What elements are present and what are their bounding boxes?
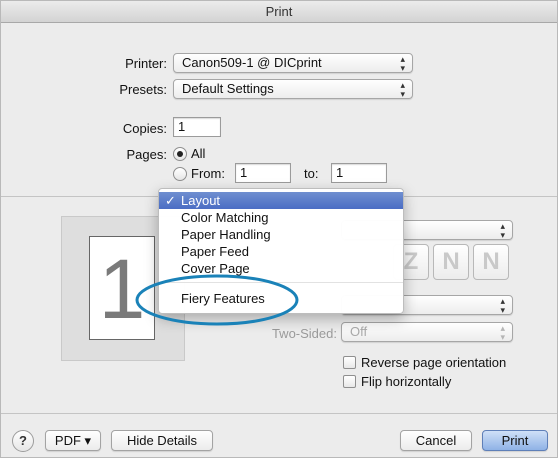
window-title: Print bbox=[1, 1, 557, 23]
help-button[interactable]: ? bbox=[12, 430, 34, 452]
highlight-ellipse bbox=[135, 274, 299, 326]
menu-item-label: Color Matching bbox=[181, 210, 269, 225]
flip-horizontally-checkbox[interactable] bbox=[343, 375, 356, 388]
popup-arrows-icon: ▴ ▾ bbox=[400, 80, 405, 99]
menu-item-label: Paper Feed bbox=[181, 244, 249, 259]
print-dialog: Print Printer: Canon509-1 @ DICprint ▴ ▾ … bbox=[0, 0, 558, 458]
checkmark-icon: ✓ bbox=[165, 193, 176, 208]
copies-field[interactable]: 1 bbox=[173, 117, 221, 137]
popup-arrows-icon: ▴ ▾ bbox=[500, 221, 505, 240]
pages-all-radio[interactable] bbox=[173, 147, 187, 161]
presets-popup[interactable]: Default Settings ▴ ▾ bbox=[173, 79, 413, 99]
pdf-menu-button[interactable]: PDF ▾ bbox=[45, 430, 101, 451]
printer-value: Canon509-1 @ DICprint bbox=[182, 55, 322, 70]
bottom-separator bbox=[1, 413, 557, 414]
print-button[interactable]: Print bbox=[482, 430, 548, 451]
menu-item-label: Paper Handling bbox=[181, 227, 271, 242]
popup-arrows-icon: ▴ ▾ bbox=[500, 323, 505, 342]
pages-range-radio[interactable] bbox=[173, 167, 187, 181]
highlight-ellipse-stroke bbox=[135, 274, 299, 326]
pages-all-label: All bbox=[191, 146, 206, 161]
flip-horizontally-label: Flip horizontally bbox=[361, 374, 452, 389]
hide-details-button[interactable]: Hide Details bbox=[111, 430, 213, 451]
printer-label: Printer: bbox=[125, 56, 167, 71]
presets-label: Presets: bbox=[119, 82, 167, 97]
menu-item-label: Layout bbox=[181, 193, 221, 208]
cancel-button[interactable]: Cancel bbox=[400, 430, 472, 451]
reverse-orientation-checkbox[interactable] bbox=[343, 356, 356, 369]
presets-value: Default Settings bbox=[182, 81, 274, 96]
two-sided-popup[interactable]: Off ▴ ▾ bbox=[341, 322, 513, 342]
pages-to-label: to: bbox=[304, 166, 319, 181]
pages-to-field[interactable]: 1 bbox=[331, 163, 387, 183]
pages-from-field[interactable]: 1 bbox=[235, 163, 291, 183]
popup-arrows-icon: ▴ ▾ bbox=[400, 54, 405, 73]
popup-arrows-icon: ▴ ▾ bbox=[500, 296, 505, 315]
copies-label: Copies: bbox=[122, 121, 167, 136]
pages-label: Pages: bbox=[126, 147, 167, 162]
layout-direction-n-reverse-icon[interactable]: N bbox=[473, 244, 509, 280]
menu-item-color-matching[interactable]: Color Matching bbox=[159, 209, 403, 226]
layout-direction-n-icon[interactable]: N bbox=[433, 244, 469, 280]
pages-from-label: From: bbox=[191, 166, 225, 181]
menu-item-paper-handling[interactable]: Paper Handling bbox=[159, 226, 403, 243]
two-sided-value: Off bbox=[350, 324, 368, 339]
menu-item-layout[interactable]: ✓ Layout bbox=[159, 192, 403, 209]
printer-popup[interactable]: Canon509-1 @ DICprint ▴ ▾ bbox=[173, 53, 413, 73]
reverse-orientation-label: Reverse page orientation bbox=[361, 355, 507, 370]
menu-item-paper-feed[interactable]: Paper Feed bbox=[159, 243, 403, 260]
